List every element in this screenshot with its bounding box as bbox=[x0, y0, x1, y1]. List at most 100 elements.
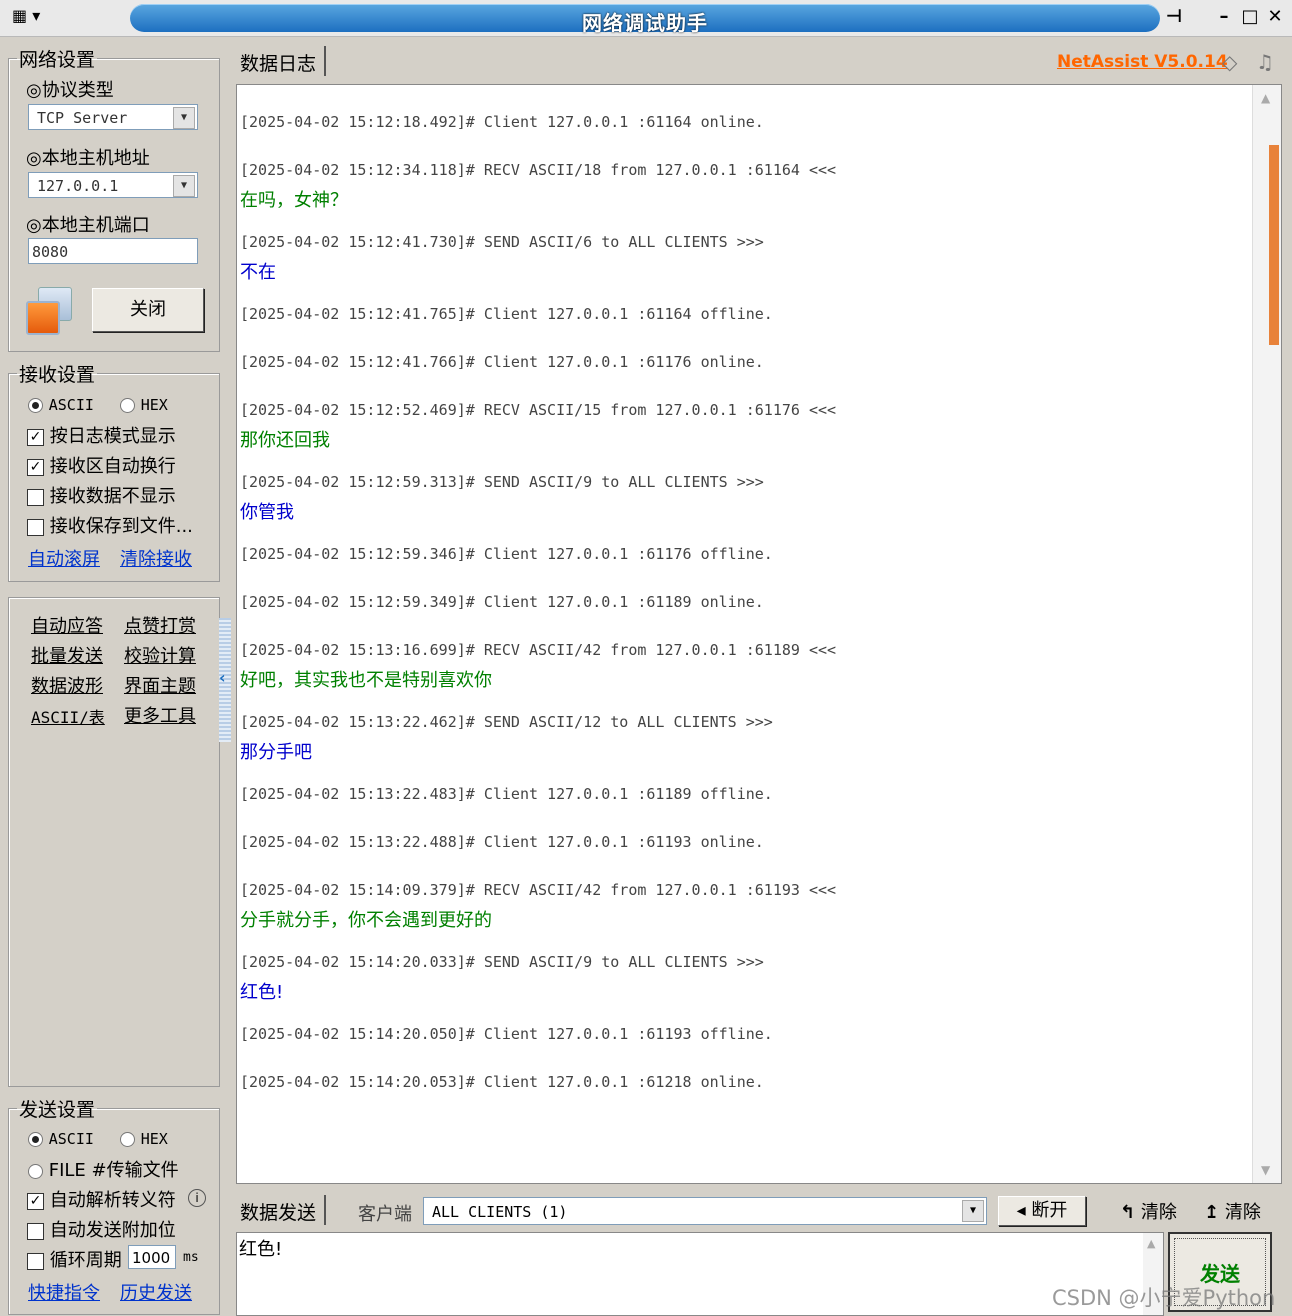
opt-auto-wrap-checkbox[interactable]: ✓ 接收区自动换行 bbox=[27, 452, 176, 478]
host-select[interactable]: 127.0.0.1 ▼ bbox=[28, 172, 198, 198]
tool-auto-reply[interactable]: 自动应答 bbox=[31, 612, 103, 638]
send-input[interactable]: 红色! ▲ bbox=[236, 1232, 1164, 1316]
log-entry-message: 分手就分手，你不会遇到更好的 bbox=[240, 910, 492, 931]
send-input-value: 红色! bbox=[239, 1239, 283, 1260]
opt-log-mode-checkbox[interactable]: ✓ 按日志模式显示 bbox=[27, 422, 176, 448]
opt-auto-wrap-label: 接收区自动换行 bbox=[49, 456, 176, 477]
log-entry-header: [2025-04-02 15:13:22.462]# SEND ASCII/12… bbox=[240, 713, 773, 731]
recv-hex-radio[interactable]: HEX bbox=[120, 394, 168, 415]
tool-waveform[interactable]: 数据波形 bbox=[31, 672, 103, 698]
port-input[interactable]: 8080 bbox=[28, 238, 198, 264]
tab-data-send-label: 数据发送 bbox=[240, 1202, 317, 1224]
checkbox-empty-icon bbox=[27, 518, 44, 536]
opt-escape-checkbox[interactable]: ✓ 自动解析转义符 bbox=[27, 1186, 176, 1212]
log-entry-header: [2025-04-02 15:12:52.469]# RECV ASCII/15… bbox=[240, 401, 837, 419]
clear-up-icon: ↥ bbox=[1204, 1202, 1220, 1223]
opt-hide-checkbox[interactable]: 接收数据不显示 bbox=[27, 482, 176, 508]
protocol-select[interactable]: TCP Server ▼ bbox=[28, 104, 198, 130]
chevron-down-icon[interactable]: ▼ bbox=[173, 175, 195, 197]
radio-empty-icon bbox=[28, 1163, 43, 1179]
minimize-button[interactable]: – bbox=[1212, 6, 1236, 28]
info-icon[interactable]: i bbox=[188, 1189, 206, 1207]
chevron-down-icon[interactable]: ▼ bbox=[173, 107, 195, 129]
host-label: ◎本地主机地址 bbox=[26, 148, 150, 169]
title-pill: 网络调试助手 bbox=[130, 4, 1160, 35]
tool-ascii-table[interactable]: ASCII/表 bbox=[31, 704, 105, 728]
tab-data-log[interactable]: 数据日志 bbox=[232, 46, 326, 76]
client-select[interactable]: ALL CLIENTS (1) ▼ bbox=[423, 1197, 987, 1225]
log-entry-message: 好吧，其实我也不是特别喜欢你 bbox=[240, 670, 492, 691]
pin-icon[interactable]: ⊣ bbox=[1162, 6, 1186, 28]
clear-counter-button[interactable]: ↥ 清除 bbox=[1204, 1198, 1261, 1224]
host-value: 127.0.0.1 bbox=[37, 177, 119, 195]
brand-link[interactable]: NetAssist V5.0.14 bbox=[1057, 52, 1228, 72]
app-menu-icon[interactable]: ▦ ▾ bbox=[12, 6, 48, 28]
network-settings-legend: 网络设置 bbox=[19, 49, 96, 71]
tool-batch-send[interactable]: 批量发送 bbox=[31, 642, 103, 668]
log-entry-header: [2025-04-02 15:12:41.730]# SEND ASCII/6 … bbox=[240, 233, 764, 251]
log-entry-header: [2025-04-02 15:14:20.033]# SEND ASCII/9 … bbox=[240, 953, 764, 971]
disconnect-button[interactable]: ◂ 断开 bbox=[998, 1196, 1086, 1226]
tab-data-log-label: 数据日志 bbox=[240, 53, 317, 75]
collapse-panel-handle[interactable]: ‹ bbox=[219, 618, 231, 742]
chevron-down-icon[interactable]: ▼ bbox=[962, 1200, 984, 1222]
close-connection-button[interactable]: 关闭 bbox=[92, 288, 204, 332]
clear-send-button[interactable]: ↰ 清除 bbox=[1120, 1198, 1177, 1224]
log-entry-header: [2025-04-02 15:13:22.488]# Client 127.0.… bbox=[240, 833, 764, 851]
opt-append-checkbox[interactable]: 自动发送附加位 bbox=[27, 1216, 176, 1242]
opt-save-file-checkbox[interactable]: 接收保存到文件... bbox=[27, 512, 193, 538]
checkmark-icon: ✓ bbox=[27, 428, 44, 446]
radio-selected-icon bbox=[28, 397, 43, 413]
send-hex-radio[interactable]: HEX bbox=[120, 1128, 168, 1149]
scroll-down-icon[interactable]: ▼ bbox=[1261, 1163, 1270, 1177]
log-entry-header: [2025-04-02 15:14:20.050]# Client 127.0.… bbox=[240, 1025, 773, 1043]
scroll-up-icon[interactable]: ▲ bbox=[1261, 91, 1270, 105]
clear-counter-label: 清除 bbox=[1224, 1202, 1261, 1223]
log-entry-header: [2025-04-02 15:13:22.483]# Client 127.0.… bbox=[240, 785, 773, 803]
scroll-thumb[interactable] bbox=[1269, 145, 1279, 345]
checkmark-icon: ✓ bbox=[27, 1192, 44, 1210]
tab-data-send[interactable]: 数据发送 bbox=[232, 1195, 326, 1225]
diamond-icon[interactable]: ◇ bbox=[1222, 50, 1237, 74]
send-ascii-radio[interactable]: ASCII bbox=[28, 1128, 94, 1149]
bell-icon[interactable]: ♫ bbox=[1256, 50, 1274, 74]
log-entry-message: 在吗，女神？ bbox=[240, 190, 348, 211]
opt-append-label: 自动发送附加位 bbox=[49, 1220, 176, 1241]
opt-cycle-checkbox[interactable]: 循环周期 bbox=[27, 1246, 122, 1272]
cycle-period-value: 1000 bbox=[132, 1249, 171, 1267]
send-file-radio[interactable]: FILE #传输文件 bbox=[28, 1156, 179, 1182]
protocol-label: ◎协议类型 bbox=[26, 80, 114, 101]
log-entry-message: 那分手吧 bbox=[240, 742, 312, 763]
log-entry-header: [2025-04-02 15:13:16.699]# RECV ASCII/42… bbox=[240, 641, 837, 659]
protocol-value: TCP Server bbox=[37, 109, 128, 127]
opt-cycle-label: 循环周期 bbox=[49, 1250, 122, 1271]
log-entry-message: 你管我 bbox=[240, 502, 294, 523]
data-log-area[interactable]: [2025-04-02 15:12:18.492]# Client 127.0.… bbox=[236, 84, 1282, 1184]
maximize-button[interactable]: □ bbox=[1238, 6, 1262, 28]
log-entry-header: [2025-04-02 15:12:59.313]# SEND ASCII/9 … bbox=[240, 473, 764, 491]
checkbox-empty-icon bbox=[27, 1252, 44, 1270]
log-entry-header: [2025-04-02 15:12:59.349]# Client 127.0.… bbox=[240, 593, 764, 611]
title-bar: ▦ ▾ 网络调试助手 ⊣ – □ ✕ bbox=[0, 0, 1292, 37]
recv-ascii-label: ASCII bbox=[48, 396, 94, 414]
history-send-link[interactable]: 历史发送 bbox=[120, 1279, 192, 1305]
clear-receive-link[interactable]: 清除接收 bbox=[120, 545, 192, 571]
log-scrollbar[interactable]: ▲ ▼ bbox=[1252, 85, 1281, 1183]
tool-checksum[interactable]: 校验计算 bbox=[124, 642, 196, 668]
opt-log-mode-label: 按日志模式显示 bbox=[49, 426, 176, 447]
tool-theme[interactable]: 界面主题 bbox=[124, 672, 196, 698]
window-title: 网络调试助手 bbox=[582, 11, 708, 35]
close-window-button[interactable]: ✕ bbox=[1263, 6, 1287, 28]
auto-scroll-link[interactable]: 自动滚屏 bbox=[28, 545, 100, 571]
recv-ascii-radio[interactable]: ASCII bbox=[28, 394, 94, 415]
scroll-up-icon[interactable]: ▲ bbox=[1147, 1237, 1155, 1250]
port-value: 8080 bbox=[32, 243, 69, 261]
shortcuts-link[interactable]: 快捷指令 bbox=[28, 1279, 100, 1305]
tool-donate[interactable]: 点赞打赏 bbox=[124, 612, 196, 638]
checkmark-icon: ✓ bbox=[27, 458, 44, 476]
clear-arrow-icon: ↰ bbox=[1120, 1202, 1136, 1223]
tool-more[interactable]: 更多工具 bbox=[124, 702, 196, 728]
log-entry-header: [2025-04-02 15:12:41.765]# Client 127.0.… bbox=[240, 305, 773, 323]
log-entry-header: [2025-04-02 15:14:09.379]# RECV ASCII/42… bbox=[240, 881, 837, 899]
cycle-period-input[interactable]: 1000 bbox=[128, 1245, 176, 1269]
